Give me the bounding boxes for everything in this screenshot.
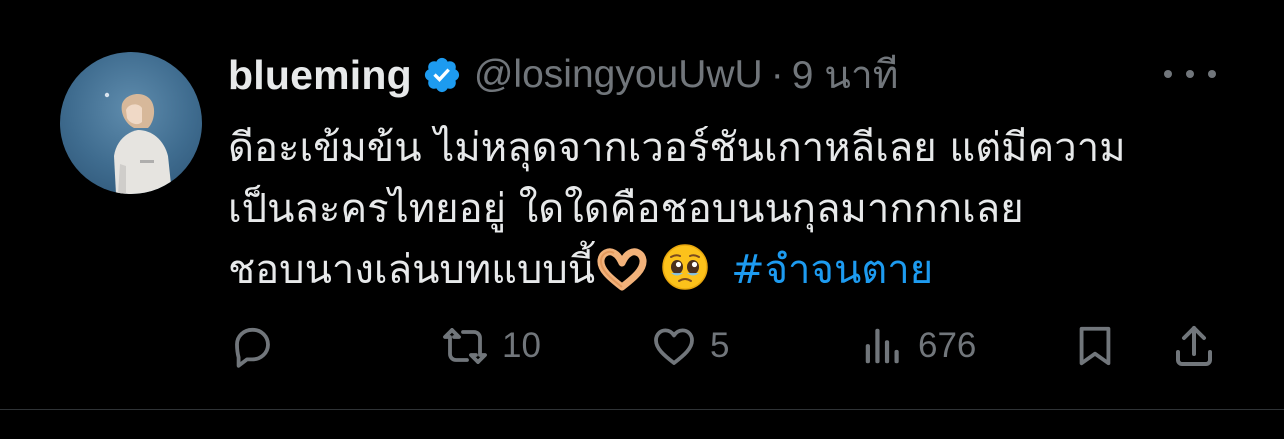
- tweet-text-line-3: ชอบนางเล่นบทแบบนี้ #จำจนตาย: [228, 240, 1238, 309]
- bookmark-button[interactable]: [1072, 318, 1118, 374]
- avatar[interactable]: [60, 52, 202, 194]
- hashtag-link[interactable]: #จำจนตาย: [731, 247, 933, 293]
- retweet-button[interactable]: 10: [440, 318, 541, 374]
- user-handle[interactable]: @losingyouUwU: [474, 53, 763, 97]
- retweet-icon: [440, 322, 490, 370]
- timestamp[interactable]: 9 นาที: [792, 44, 899, 106]
- share-icon: [1170, 322, 1218, 370]
- tweet-actions: 10 5 676: [0, 318, 1284, 374]
- tweet-text-line: ดีอะเข้มข้น ไม่หลุดจากเวอร์ชันเกาหลีเลย …: [228, 125, 1126, 171]
- separator-dot: ·: [770, 53, 784, 96]
- tweet-text-line: เป็นละครไทยอยู่ ใดใดคือชอบนนกุลมากกกเลย: [228, 186, 1024, 232]
- heart-icon: [650, 322, 698, 370]
- like-button[interactable]: 5: [650, 318, 729, 374]
- tweet-text: ดีอะเข้มข้น ไม่หลุดจากเวอร์ชันเกาหลีเลย …: [228, 118, 1238, 309]
- more-dot: [1186, 70, 1194, 78]
- views-button[interactable]: 676: [860, 318, 976, 374]
- tweet-text-line-content: ชอบนางเล่นบทแบบนี้: [228, 247, 596, 293]
- tweet[interactable]: blueming @losingyouUwU · 9 นาที ดีอะเข้ม…: [0, 0, 1284, 409]
- reply-button[interactable]: [228, 318, 288, 374]
- more-dot: [1164, 70, 1172, 78]
- reply-icon: [228, 322, 276, 370]
- tweet-header: blueming @losingyouUwU · 9 นาที: [228, 50, 899, 100]
- share-button[interactable]: [1170, 318, 1218, 374]
- views-icon: [860, 322, 906, 370]
- display-name[interactable]: blueming: [228, 52, 412, 99]
- bookmark-icon: [1072, 321, 1118, 371]
- avatar-image: [104, 92, 172, 194]
- verified-badge-icon[interactable]: [422, 55, 462, 95]
- pleading-face-emoji-icon: [661, 243, 709, 309]
- more-dot: [1208, 70, 1216, 78]
- like-count: 5: [710, 326, 730, 365]
- views-count: 676: [918, 326, 977, 365]
- retweet-count: 10: [502, 326, 541, 365]
- heart-hands-emoji-icon: [597, 247, 647, 309]
- more-options-icon[interactable]: [1164, 62, 1216, 86]
- tweet-divider: [0, 409, 1284, 410]
